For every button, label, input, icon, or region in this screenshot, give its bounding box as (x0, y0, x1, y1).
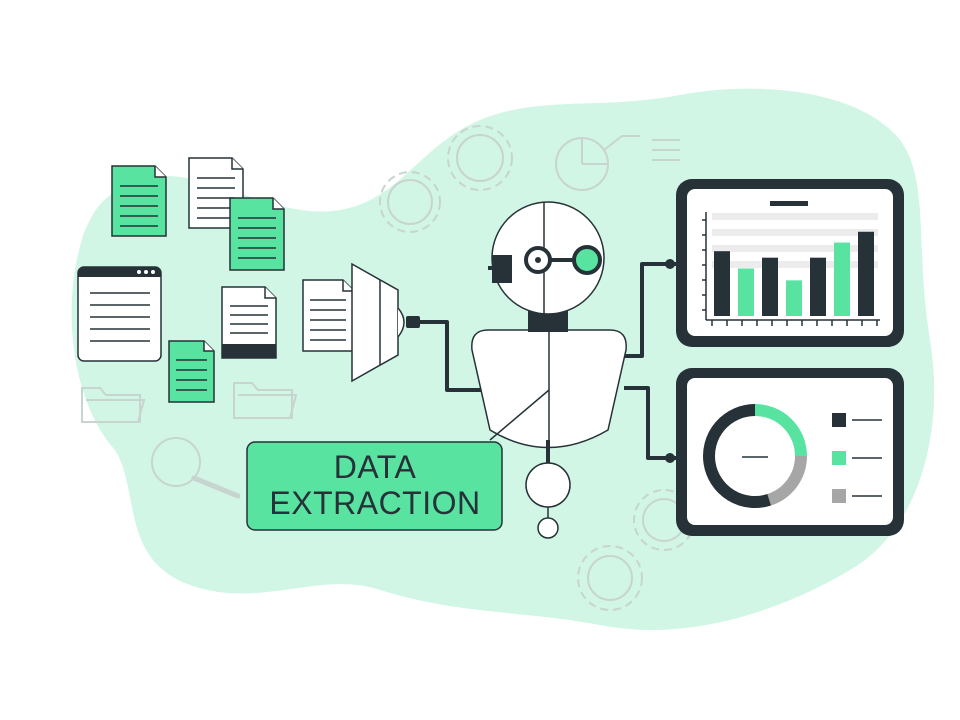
donut-chart-monitor-icon (676, 368, 904, 536)
browser-window-icon (77, 266, 162, 362)
bar (858, 231, 874, 316)
bar (786, 280, 802, 316)
legend-swatch (832, 413, 846, 427)
bar-chart-monitor-icon (676, 179, 904, 347)
document-icon (111, 165, 167, 237)
data-extraction-illustration: DATA EXTRACTION (71, 88, 935, 630)
bar (714, 251, 730, 316)
title-line-1: DATA (334, 449, 417, 485)
bar (738, 268, 754, 316)
document-icon (229, 197, 285, 271)
legend-swatch (832, 451, 846, 465)
document-icon (221, 286, 277, 359)
legend-swatch (832, 489, 846, 503)
document-icon (302, 279, 355, 352)
bar (810, 257, 826, 316)
document-icon (168, 340, 215, 403)
bar (834, 242, 850, 316)
title-line-2: EXTRACTION (269, 485, 480, 521)
bar (762, 257, 778, 316)
title-label: DATA EXTRACTION (246, 441, 503, 531)
